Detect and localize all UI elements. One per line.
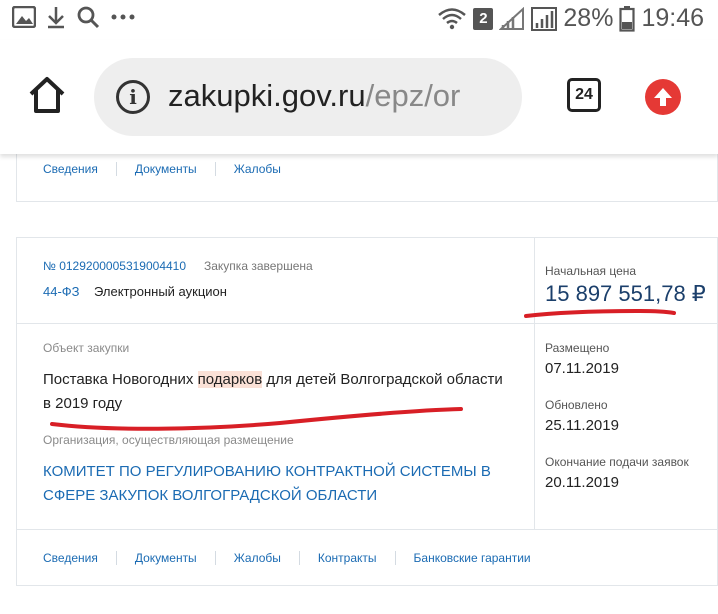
tab-switcher-button[interactable]: 24	[567, 78, 601, 112]
clock: 19:46	[641, 4, 704, 32]
law-link[interactable]: 44-ФЗ	[43, 284, 80, 299]
object-text-highlight: подарков	[197, 371, 263, 388]
price-label: Начальная цена	[545, 264, 637, 278]
link-details[interactable]: Сведения	[43, 162, 116, 176]
signal-icon	[499, 6, 525, 30]
address-bar[interactable]: i zakupki.gov.ru/epz/or	[94, 58, 522, 136]
procurement-method: Электронный аукцион	[94, 284, 227, 299]
registry-number-link[interactable]: № 0129200005319004410	[43, 259, 186, 273]
deadline-date: 20.11.2019	[545, 474, 619, 491]
link-bank-guarantees[interactable]: Банковские гарантии	[394, 550, 549, 565]
placed-label: Размещено	[545, 341, 610, 355]
link-contracts[interactable]: Контракты	[298, 550, 395, 565]
updated-date: 25.11.2019	[545, 417, 619, 434]
object-text: Поставка Новогодних подарков для детей В…	[43, 368, 503, 416]
browser-toolbar: i zakupki.gov.ru/epz/or 24	[0, 40, 718, 154]
object-label: Объект закупки	[43, 341, 130, 355]
purchase-card: № 0129200005319004410 Закупка завершена …	[16, 237, 718, 586]
arrow-up-icon	[654, 88, 672, 106]
updated-label: Обновлено	[545, 398, 608, 412]
placed-date: 07.11.2019	[545, 360, 619, 377]
home-button[interactable]	[26, 74, 68, 116]
object-text-part: Поставка Новогодних	[43, 371, 198, 388]
signal-icon-2	[531, 6, 558, 31]
wifi-icon	[438, 7, 467, 29]
link-complaints[interactable]: Жалобы	[214, 550, 299, 565]
status-text: Закупка завершена	[204, 259, 313, 273]
purchase-header: № 0129200005319004410 Закупка завершена …	[17, 238, 534, 324]
gallery-icon	[12, 6, 36, 28]
info-icon[interactable]: i	[116, 80, 150, 114]
purchase-footer: Сведения Документы Жалобы Контракты Банк…	[17, 529, 718, 585]
dates-block: Размещено 07.11.2019 Обновлено 25.11.201…	[534, 324, 718, 529]
org-name-link[interactable]: КОМИТЕТ ПО РЕГУЛИРОВАНИЮ КОНТРАКТНОЙ СИС…	[43, 460, 523, 508]
download-icon	[48, 7, 64, 29]
status-bar: 2 28% 19:46	[0, 0, 718, 38]
price-block: Начальная цена 15 897 551,78 ₽	[534, 238, 718, 324]
search-icon	[77, 6, 100, 29]
price-value: 15 897 551,78 ₽	[545, 281, 706, 306]
battery-percent: 28%	[563, 4, 614, 32]
purchase-body: Объект закупки Поставка Новогодних подар…	[17, 324, 534, 529]
footer-links: Сведения Документы Жалобы Контракты Банк…	[17, 530, 718, 585]
upload-button[interactable]	[645, 79, 681, 115]
url-domain: zakupki.gov.ru	[168, 78, 366, 113]
home-icon	[29, 77, 65, 113]
link-details[interactable]: Сведения	[43, 551, 116, 565]
sim-badge: 2	[473, 7, 494, 30]
link-complaints[interactable]: Жалобы	[214, 162, 299, 176]
battery-icon	[619, 5, 636, 32]
org-label: Организация, осуществляющая размещение	[43, 433, 294, 447]
url-text[interactable]: zakupki.gov.ru/epz/or	[168, 78, 460, 114]
deadline-label: Окончание подачи заявок	[545, 455, 689, 469]
link-documents[interactable]: Документы	[115, 550, 215, 565]
link-documents[interactable]: Документы	[115, 162, 215, 176]
url-path: /epz/or	[365, 78, 461, 113]
more-dots-icon	[111, 14, 135, 20]
